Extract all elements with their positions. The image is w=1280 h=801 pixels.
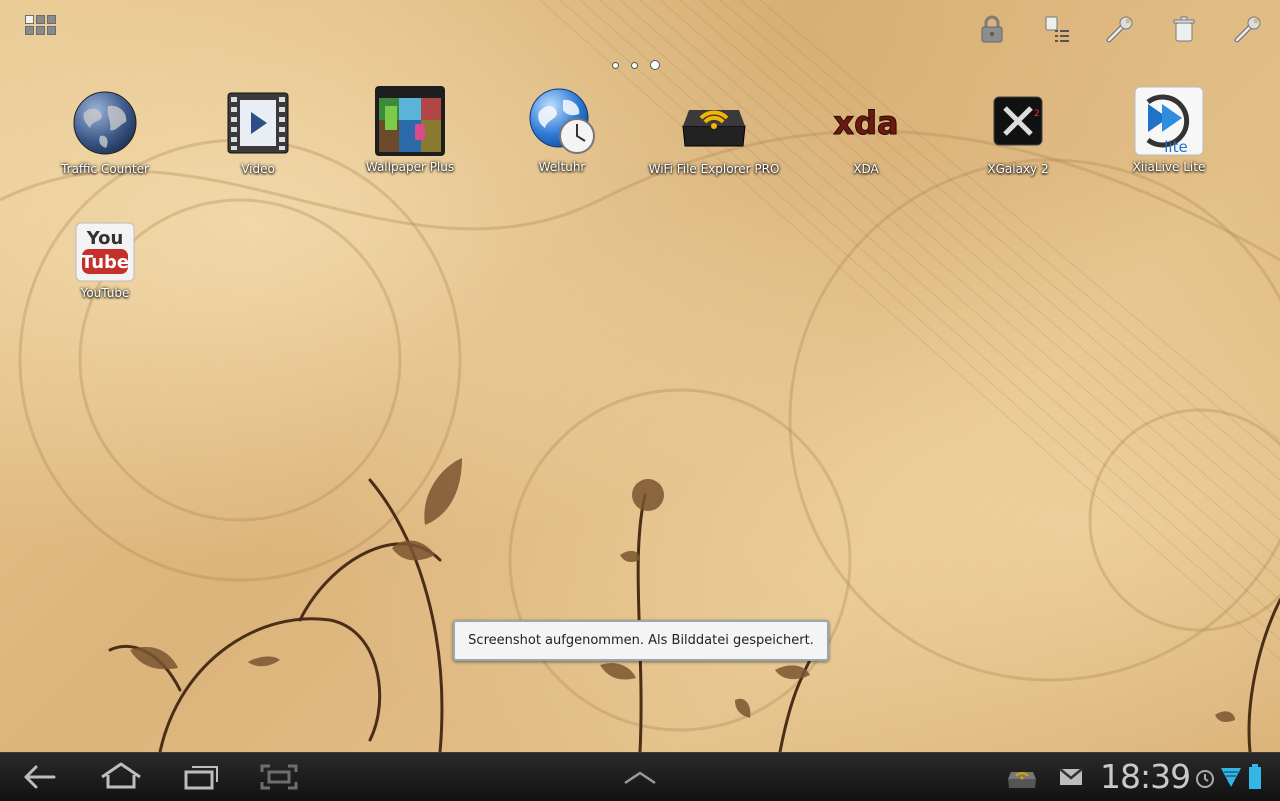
world-clock-icon [527,86,597,156]
wifi-router-icon [679,88,749,158]
home-button[interactable] [96,761,146,793]
app-xda[interactable]: xda XDA [796,88,936,177]
all-apps-button[interactable] [25,15,57,37]
page-dot-active[interactable] [650,60,660,70]
battery-icon [1248,763,1262,791]
xda-logo-icon: xda [831,88,901,158]
app-traffic-counter[interactable]: Traffic Counter [35,88,175,176]
recent-apps-icon [184,766,218,790]
app-video[interactable]: Video [188,88,328,176]
back-icon [24,765,56,789]
status-clock[interactable]: 18:39 [1100,757,1191,796]
xiialive-icon: lite [1134,86,1204,156]
system-bar: 18:39 [0,752,1280,801]
wallpaper-icon [375,86,445,156]
app-xiialive-lite[interactable]: lite XiiaLive Lite [1099,86,1239,174]
svg-text:Tube: Tube [81,252,129,273]
app-weltuhr[interactable]: Weltuhr [492,86,632,174]
lock-icon[interactable] [977,14,1007,44]
app-label: XDA [853,162,879,176]
app-label: Weltuhr [538,160,586,174]
app-label: WiFi File Explorer PRO [648,162,780,176]
svg-text:xda: xda [833,104,898,142]
screenshot-button[interactable] [254,761,304,793]
screenshot-icon [260,764,298,790]
wifi-router-icon[interactable] [1006,763,1038,791]
svg-text:2: 2 [1034,109,1040,119]
up-arrow-icon [624,771,656,785]
page-dot[interactable] [631,61,638,69]
app-label: XGalaxy 2 [987,162,1049,176]
back-button[interactable] [16,761,66,793]
app-label: Video [241,162,275,176]
recent-apps-button[interactable] [176,761,226,793]
app-youtube[interactable]: You Tube YouTube [35,222,175,300]
wrench-icon[interactable] [1233,14,1263,44]
checklist-icon[interactable] [1043,14,1073,44]
page-indicator [612,60,660,70]
page-dot[interactable] [612,61,619,69]
app-label: Traffic Counter [61,162,149,176]
up-arrow-button[interactable] [615,761,665,793]
app-label: Wallpaper Plus [365,160,455,174]
app-wifi-file-explorer[interactable]: WiFi File Explorer PRO [644,88,784,176]
globe-icon [70,88,140,158]
xgalaxy-icon: 2 [983,88,1053,158]
wrench-icon[interactable] [1105,14,1135,44]
home-icon [101,762,141,789]
alarm-icon [1194,767,1216,789]
app-label: YouTube [80,286,130,300]
app-wallpaper-plus[interactable]: Wallpaper Plus [340,86,480,174]
film-play-icon [223,88,293,158]
toast-text: Screenshot aufgenommen. Als Bilddatei ge… [468,633,814,648]
toast-message: Screenshot aufgenommen. Als Bilddatei ge… [453,620,829,661]
wifi-signal-icon [1220,765,1242,789]
trash-icon[interactable] [1169,14,1199,44]
svg-text:You: You [86,228,124,249]
app-xgalaxy-2[interactable]: 2 XGalaxy 2 [948,88,1088,176]
gmail-icon[interactable] [1058,765,1084,789]
svg-text:lite: lite [1164,138,1187,156]
app-label: XiiaLive Lite [1132,160,1206,174]
youtube-icon: You Tube [75,222,135,282]
